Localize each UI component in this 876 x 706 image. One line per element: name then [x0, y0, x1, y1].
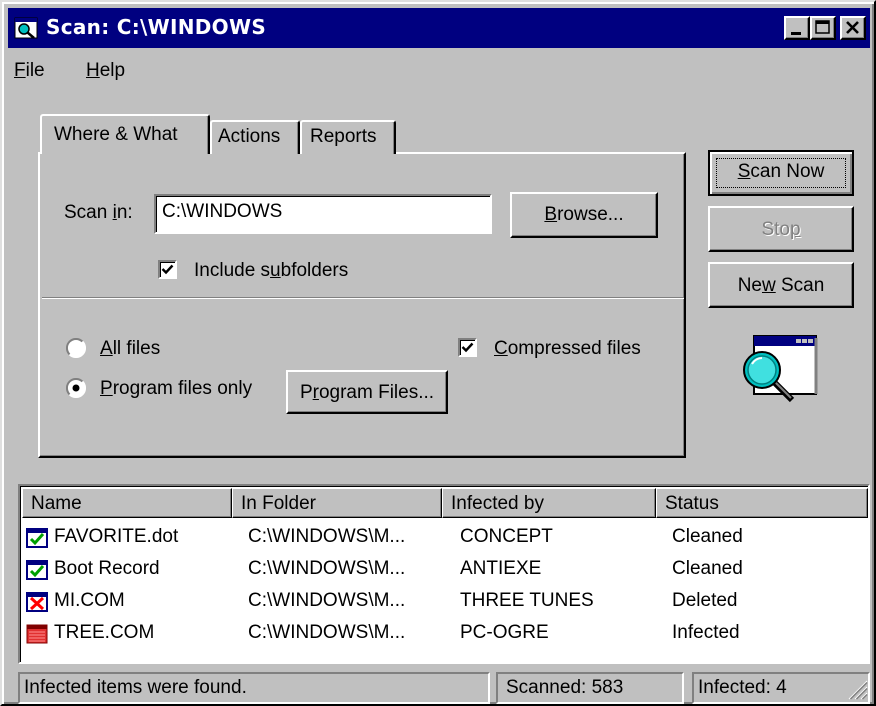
- table-row[interactable]: Boot Record C:\WINDOWS\M... ANTIEXE Clea…: [22, 554, 868, 586]
- menu-file[interactable]: File: [14, 60, 45, 82]
- browse-button[interactable]: Browse...: [510, 192, 658, 238]
- program-files-only-radio[interactable]: [66, 378, 86, 398]
- row-status: Cleaned: [672, 526, 743, 547]
- row-folder: C:\WINDOWS\M...: [248, 590, 406, 611]
- include-subfolders-label[interactable]: Include subfolders: [194, 260, 348, 282]
- scan-magnifier-icon: [743, 335, 818, 403]
- row-folder: C:\WINDOWS\M...: [248, 558, 406, 579]
- scan-in-field[interactable]: C:\WINDOWS: [154, 194, 492, 234]
- row-infected-by: PC-OGRE: [460, 622, 549, 643]
- program-files-button[interactable]: Program Files...: [286, 370, 448, 414]
- row-name: FAVORITE.dot: [54, 526, 179, 547]
- scan-app-icon: [14, 17, 38, 39]
- maximize-icon: [815, 20, 830, 34]
- row-infected-by: ANTIEXE: [460, 558, 542, 579]
- all-files-label[interactable]: All files: [100, 338, 160, 360]
- window-title: Scan: C:\WINDOWS: [46, 15, 267, 39]
- row-name: TREE.COM: [54, 622, 155, 643]
- tab-reports[interactable]: Reports: [300, 120, 396, 154]
- resize-grip-icon[interactable]: [846, 678, 868, 700]
- column-header-name[interactable]: Name: [22, 488, 232, 518]
- status-message: Infected items were found.: [18, 672, 490, 704]
- close-icon: [846, 21, 859, 34]
- results-list[interactable]: Name In Folder Infected by Status FAVORI…: [18, 484, 870, 664]
- menu-bar: File Help: [8, 54, 870, 88]
- close-button[interactable]: [840, 16, 866, 40]
- column-header-status[interactable]: Status: [656, 488, 868, 518]
- maximize-button[interactable]: [810, 16, 836, 40]
- compressed-files-checkbox[interactable]: [458, 338, 477, 357]
- table-row[interactable]: MI.COM C:\WINDOWS\M... THREE TUNES Delet…: [22, 586, 868, 618]
- minimize-button[interactable]: [784, 16, 810, 40]
- column-header-in-folder[interactable]: In Folder: [232, 488, 442, 518]
- stop-button[interactable]: Stop: [708, 206, 854, 252]
- table-row[interactable]: TREE.COM C:\WINDOWS\M... PC-OGRE Infecte…: [22, 618, 868, 650]
- new-scan-button[interactable]: New Scan: [708, 262, 854, 308]
- deleted-x-icon: [26, 592, 48, 612]
- scan-now-button[interactable]: Scan Now: [708, 150, 854, 196]
- tab-actions[interactable]: Actions: [210, 120, 300, 154]
- tab-where-what[interactable]: Where & What: [40, 114, 210, 158]
- title-bar[interactable]: Scan: C:\WINDOWS: [8, 8, 870, 48]
- row-folder: C:\WINDOWS\M...: [248, 622, 406, 643]
- status-infected: Infected: 4: [692, 672, 870, 704]
- scan-in-label: Scan in:: [64, 202, 133, 223]
- infected-file-icon: [26, 624, 48, 644]
- row-status: Cleaned: [672, 558, 743, 579]
- program-files-only-label[interactable]: Program files only: [100, 378, 252, 400]
- row-infected-by: CONCEPT: [460, 526, 553, 547]
- panel-separator: [42, 297, 684, 299]
- row-status: Infected: [672, 622, 740, 643]
- compressed-files-label[interactable]: Compressed files: [494, 338, 641, 360]
- all-files-radio[interactable]: [66, 338, 86, 358]
- cleaned-check-icon: [26, 528, 48, 548]
- checkmark-icon: [161, 264, 174, 275]
- row-infected-by: THREE TUNES: [460, 590, 594, 611]
- column-header-infected-by[interactable]: Infected by: [442, 488, 656, 518]
- status-scanned: Scanned: 583: [496, 672, 684, 704]
- checkmark-icon: [461, 342, 474, 353]
- include-subfolders-checkbox[interactable]: [158, 260, 177, 279]
- scan-window: Scan: C:\WINDOWS File Help Where & What …: [0, 0, 876, 706]
- row-status: Deleted: [672, 590, 738, 611]
- row-name: Boot Record: [54, 558, 160, 579]
- menu-help[interactable]: Help: [86, 60, 125, 82]
- cleaned-check-icon: [26, 560, 48, 580]
- table-row[interactable]: FAVORITE.dot C:\WINDOWS\M... CONCEPT Cle…: [22, 522, 868, 554]
- row-folder: C:\WINDOWS\M...: [248, 526, 406, 547]
- row-name: MI.COM: [54, 590, 125, 611]
- minimize-icon: [791, 32, 801, 35]
